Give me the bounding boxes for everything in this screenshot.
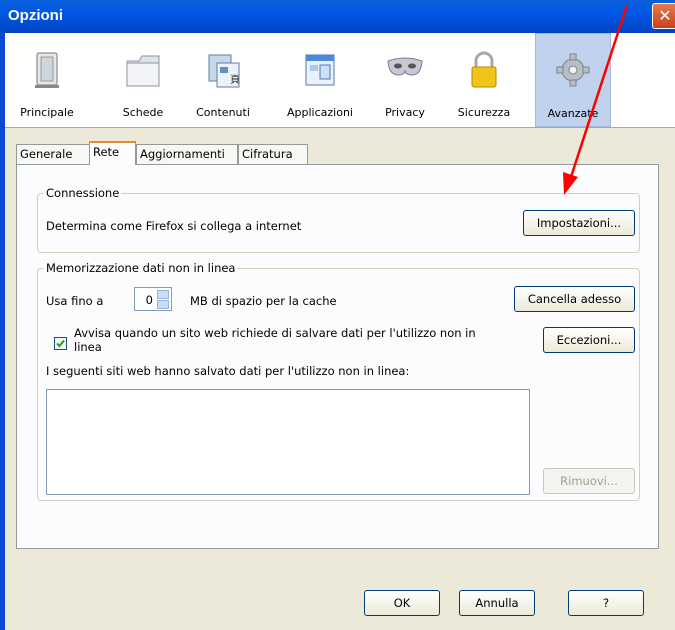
category-toolbar: Principale Schede 頁 Contenuti Applicazio…	[5, 33, 675, 128]
cache-size-value: 0	[145, 293, 153, 307]
connessione-description: Determina come Firefox si collega a inte…	[46, 219, 302, 233]
avvisa-checkbox[interactable]	[54, 337, 67, 350]
avvisa-label-continued[interactable]: linea	[74, 340, 102, 354]
offline-sites-list[interactable]	[46, 389, 530, 495]
tab-rete[interactable]: Rete	[89, 141, 136, 165]
window-title: Opzioni	[8, 7, 63, 24]
principale-icon	[35, 52, 59, 88]
offline-storage-group: Memorizzazione dati non in linea Usa fin…	[37, 261, 640, 501]
padlock-icon	[471, 51, 497, 88]
applicazioni-icon	[305, 54, 335, 86]
toolbar-label: Contenuti	[196, 106, 250, 119]
toolbar-label: Privacy	[385, 106, 425, 119]
sites-list-label: I seguenti siti web hanno salvato dati p…	[46, 364, 410, 378]
annulla-button[interactable]: Annulla	[459, 590, 535, 616]
usa-fino-a-label: Usa fino a	[46, 294, 104, 308]
toolbar-label: Applicazioni	[287, 106, 353, 119]
tab-cifratura[interactable]: Cifratura	[238, 144, 308, 164]
tab-generale[interactable]: Generale	[16, 144, 92, 164]
toolbar-label: Sicurezza	[457, 106, 511, 119]
title-bar[interactable]: Opzioni	[0, 0, 675, 33]
close-icon[interactable]: ✕	[652, 3, 675, 29]
toolbar-label: Schede	[122, 106, 164, 119]
contenuti-icon: 頁	[208, 54, 240, 88]
toolbar-item-avanzate[interactable]: Avanzate	[535, 33, 611, 127]
toolbar-item-contenuti[interactable]: 頁 Contenuti	[191, 33, 255, 127]
schede-icon	[126, 55, 160, 87]
toolbar-item-applicazioni[interactable]: Applicazioni	[279, 33, 361, 127]
toolbar-item-schede[interactable]: Schede	[113, 33, 173, 127]
gear-icon	[556, 53, 590, 87]
connessione-legend: Connessione	[44, 186, 122, 200]
toolbar-label: Avanzate	[547, 107, 599, 120]
rimuovi-button[interactable]: Rimuovi...	[543, 468, 635, 494]
eccezioni-button[interactable]: Eccezioni...	[543, 327, 635, 353]
avvisa-label[interactable]: Avvisa quando un sito web richiede di sa…	[74, 326, 476, 340]
impostazioni-button[interactable]: Impostazioni...	[523, 210, 635, 236]
tab-aggiornamenti[interactable]: Aggiornamenti	[136, 144, 238, 164]
options-dialog: Opzioni ✕ Principale Schede 頁 Contenuti …	[0, 0, 675, 630]
tab-panel-rete: Connessione Determina come Firefox si co…	[16, 164, 659, 549]
checkmark-icon	[56, 339, 65, 348]
toolbar-item-sicurezza[interactable]: Sicurezza	[449, 33, 519, 127]
cache-size-spinner[interactable]: 0	[134, 287, 172, 311]
toolbar-item-privacy[interactable]: Privacy	[377, 33, 433, 127]
toolbar-item-principale[interactable]: Principale	[13, 33, 81, 127]
svg-text:頁: 頁	[230, 74, 240, 86]
help-button[interactable]: ?	[568, 590, 644, 616]
spin-up-icon[interactable]	[157, 290, 169, 299]
offline-legend: Memorizzazione dati non in linea	[44, 261, 238, 275]
connessione-group: Connessione Determina come Firefox si co…	[37, 186, 640, 253]
cancella-adesso-button[interactable]: Cancella adesso	[514, 286, 635, 312]
cache-unit-label: MB di spazio per la cache	[190, 294, 337, 308]
spin-down-icon[interactable]	[157, 300, 169, 309]
privacy-mask-icon	[387, 57, 423, 76]
ok-button[interactable]: OK	[364, 590, 440, 616]
toolbar-label: Principale	[20, 106, 74, 119]
